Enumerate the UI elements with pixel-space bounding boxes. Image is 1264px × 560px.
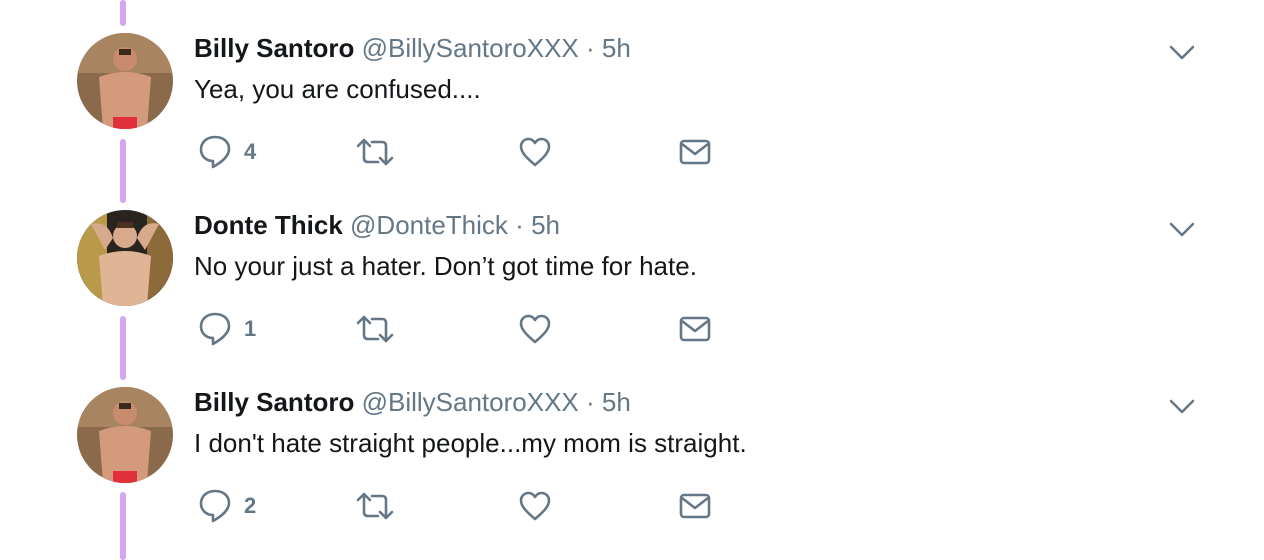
timestamp[interactable]: 5h <box>602 387 631 417</box>
retweet-icon <box>356 315 394 343</box>
retweet-button[interactable] <box>356 311 394 347</box>
direct-message-button[interactable] <box>679 134 711 170</box>
retweet-button[interactable] <box>356 134 394 170</box>
retweet-icon <box>356 492 394 520</box>
avatar[interactable] <box>77 387 173 483</box>
tweet-header: Donte Thick @DonteThick · 5h <box>194 208 560 242</box>
reply-button[interactable]: 4 <box>198 134 256 170</box>
separator: · <box>585 33 595 63</box>
separator: · <box>585 387 595 417</box>
avatar[interactable] <box>77 33 173 129</box>
chevron-down-icon <box>1169 45 1195 60</box>
like-button[interactable] <box>518 488 552 524</box>
retweet-icon <box>356 138 394 166</box>
tweet-text: Yea, you are confused.... <box>194 74 481 104</box>
reply-icon <box>199 489 231 523</box>
display-name[interactable]: Donte Thick <box>194 210 343 240</box>
display-name[interactable]: Billy Santoro <box>194 33 354 63</box>
reply-count: 2 <box>244 493 257 518</box>
timestamp[interactable]: 5h <box>602 33 631 63</box>
like-button[interactable] <box>518 134 552 170</box>
tweet-text: No your just a hater. Don’t got time for… <box>194 251 697 281</box>
tweet[interactable]: Billy Santoro @BillySantoroXXX · 5h Yea,… <box>0 0 1264 177</box>
reply-count: 1 <box>244 316 257 341</box>
envelope-icon <box>679 139 711 165</box>
chevron-down-icon <box>1169 222 1195 237</box>
tweet[interactable]: Billy Santoro @BillySantoroXXX · 5h I do… <box>0 354 1264 531</box>
more-options-button[interactable] <box>1168 217 1196 241</box>
more-options-button[interactable] <box>1168 40 1196 64</box>
display-name[interactable]: Billy Santoro <box>194 387 354 417</box>
user-handle[interactable]: @BillySantoroXXX <box>362 387 579 417</box>
tweet-text: I don't hate straight people...my mom is… <box>194 428 747 458</box>
user-handle[interactable]: @BillySantoroXXX <box>362 33 579 63</box>
separator: · <box>515 210 524 240</box>
envelope-icon <box>679 316 711 342</box>
reply-button[interactable]: 2 <box>198 488 256 524</box>
reply-count: 4 <box>244 139 257 164</box>
tweet-header: Billy Santoro @BillySantoroXXX · 5h <box>194 31 631 65</box>
reply-icon <box>199 312 231 346</box>
reply-button[interactable]: 1 <box>198 311 256 347</box>
reply-icon <box>199 135 231 169</box>
user-handle[interactable]: @DonteThick <box>350 210 508 240</box>
avatar[interactable] <box>77 210 173 306</box>
retweet-button[interactable] <box>356 488 394 524</box>
heart-icon <box>519 491 551 521</box>
tweet[interactable]: Donte Thick @DonteThick · 5h No your jus… <box>0 177 1264 354</box>
more-options-button[interactable] <box>1168 394 1196 418</box>
heart-icon <box>519 137 551 167</box>
heart-icon <box>519 314 551 344</box>
direct-message-button[interactable] <box>679 488 711 524</box>
envelope-icon <box>679 493 711 519</box>
direct-message-button[interactable] <box>679 311 711 347</box>
chevron-down-icon <box>1169 399 1195 414</box>
tweet-header: Billy Santoro @BillySantoroXXX · 5h <box>194 385 631 419</box>
timestamp[interactable]: 5h <box>531 210 560 240</box>
like-button[interactable] <box>518 311 552 347</box>
